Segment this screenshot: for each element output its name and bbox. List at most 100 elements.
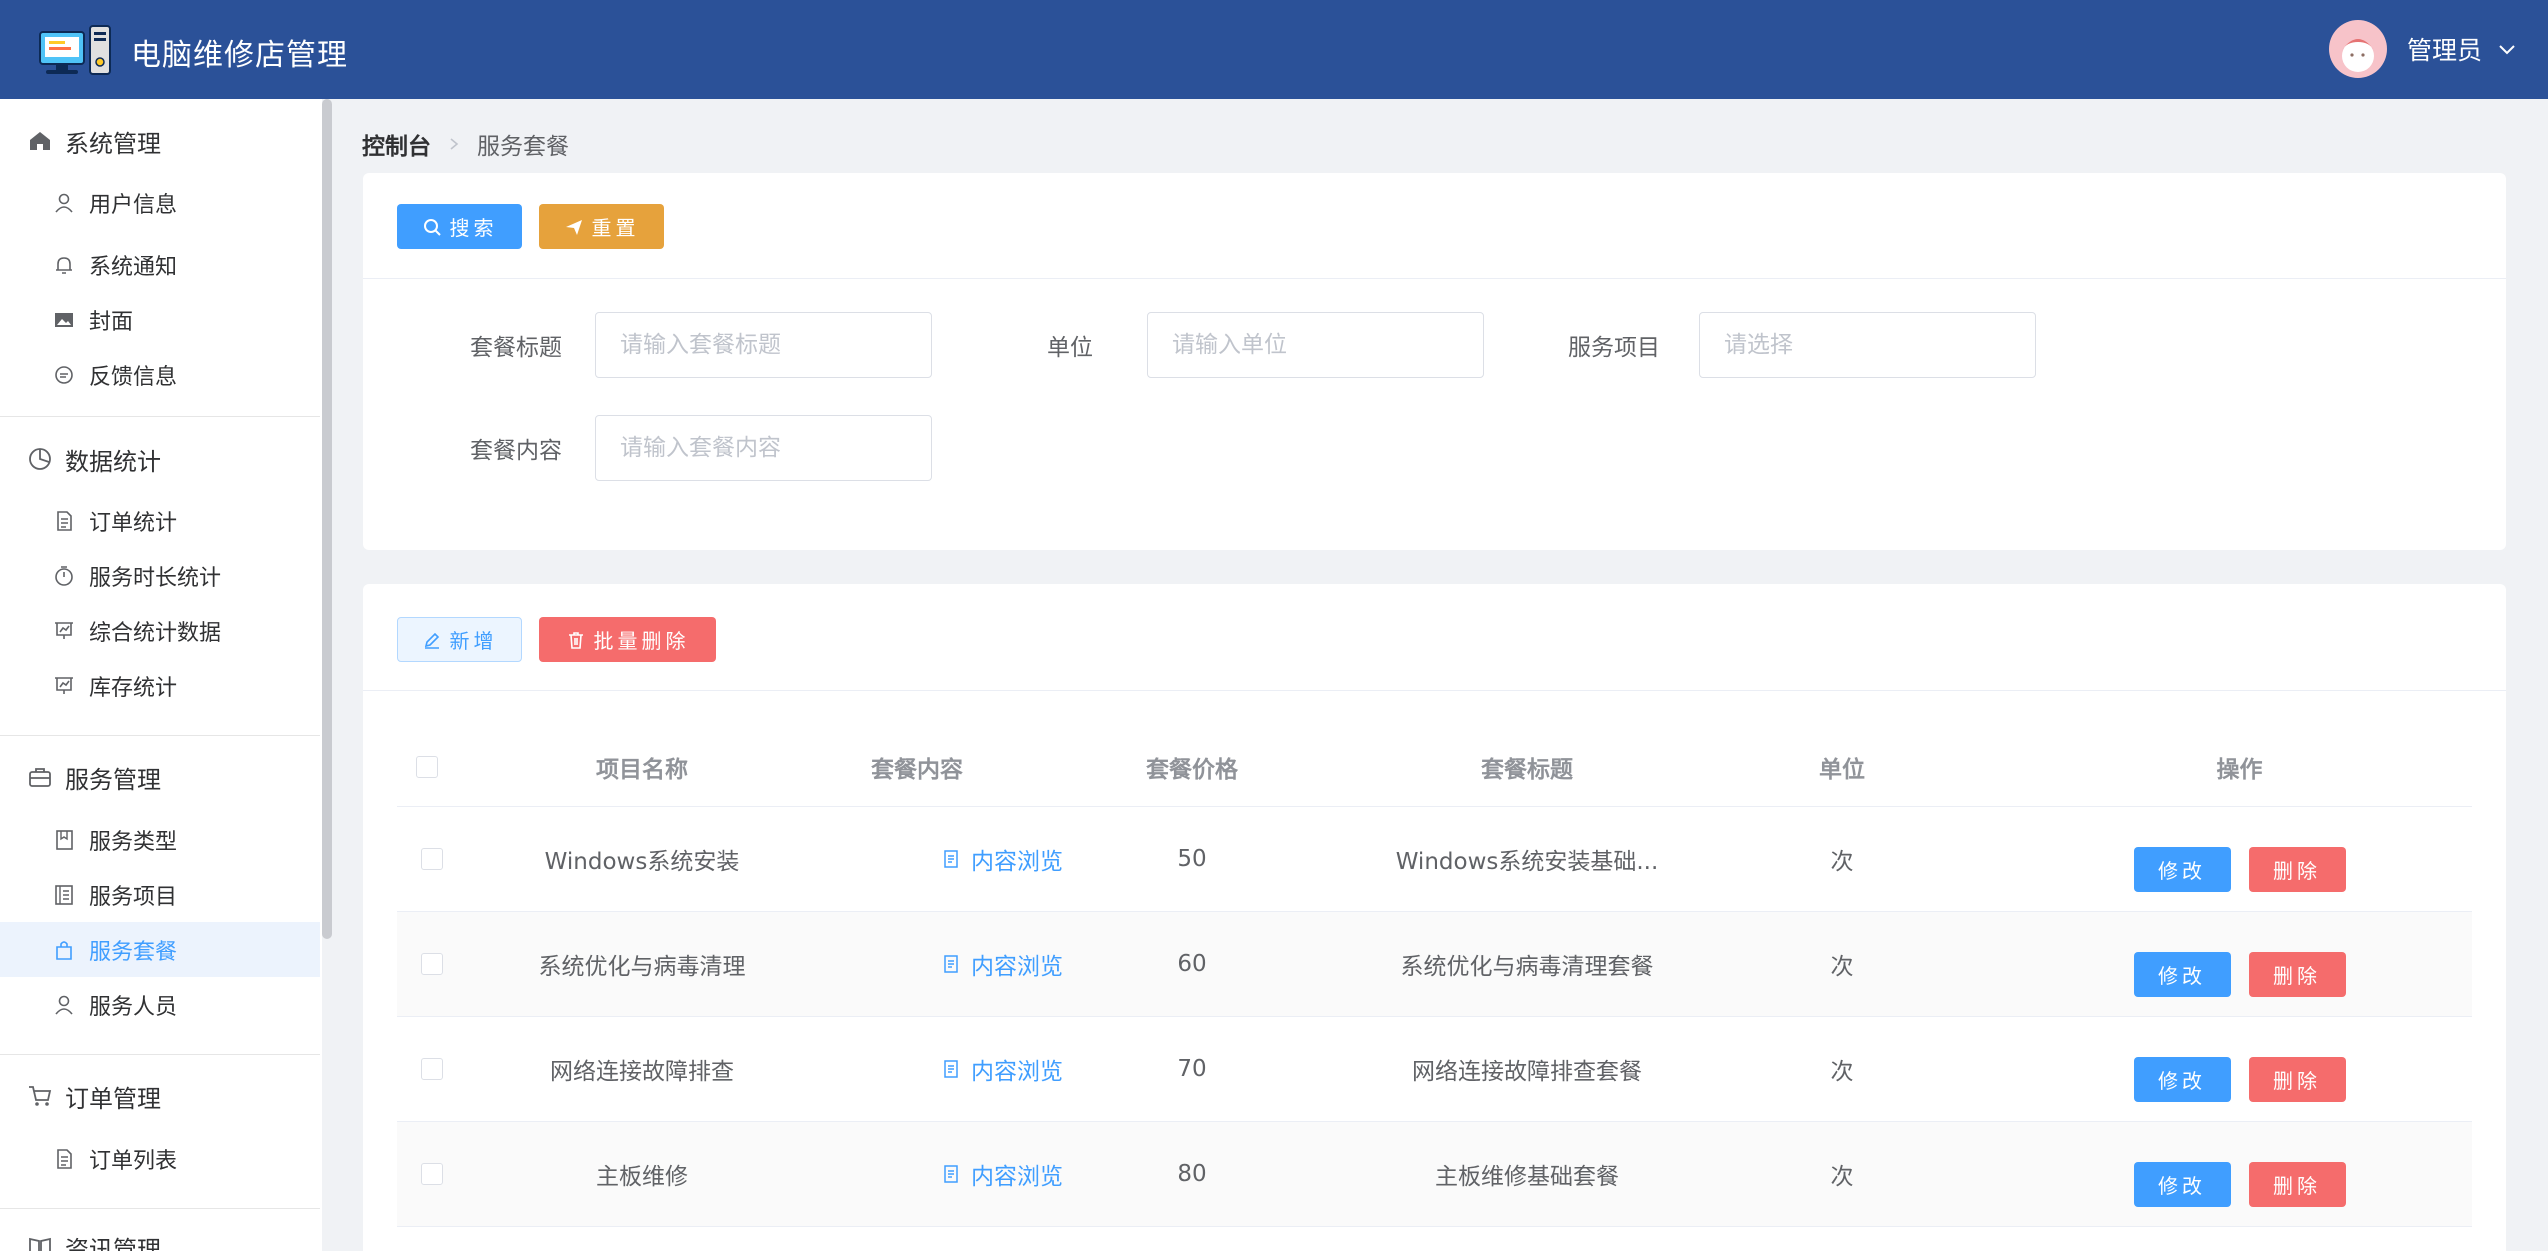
edit-button[interactable]: 修改 bbox=[2133, 1056, 2231, 1102]
sidebar-item-service-package[interactable]: 服务套餐 bbox=[0, 922, 320, 977]
cell-actions: 修改 删除 bbox=[2007, 807, 2472, 911]
cell-unit: 次 bbox=[1830, 849, 1854, 875]
chat-icon bbox=[55, 365, 73, 384]
document-icon bbox=[944, 955, 958, 973]
table-row: 网络连接故障排查 内容浏览 70 网络连接故障排查套餐 次 修改 删除 bbox=[397, 1017, 2472, 1122]
chevron-right-icon bbox=[450, 138, 459, 150]
user-menu[interactable]: 管理员 bbox=[2328, 20, 2518, 78]
breadcrumb-root[interactable]: 控制台 bbox=[362, 127, 431, 161]
sidebar-item-user-info[interactable]: 用户信息 bbox=[0, 175, 320, 230]
sidebar-scrollbar[interactable] bbox=[322, 99, 332, 939]
sidebar-divider bbox=[0, 416, 320, 417]
sidebar-group-statistics[interactable]: 数据统计 bbox=[0, 429, 320, 489]
cell-actions: 修改 删除 bbox=[2007, 1122, 2472, 1226]
sidebar-item-label: 用户信息 bbox=[89, 192, 178, 218]
cell-actions: 修改 删除 bbox=[2007, 912, 2472, 1016]
cell-price: 70 bbox=[1177, 1056, 1207, 1082]
sidebar: 系统管理 用户信息 系统通知 封面 反馈信息 数据统计 订单统计 服务时长统计 … bbox=[0, 99, 322, 1251]
search-card: 搜索 重置 套餐标题 单位 服务项目 套餐内容 bbox=[363, 173, 2506, 550]
sidebar-item-overall-stats[interactable]: 综合统计数据 bbox=[0, 603, 320, 658]
delete-button[interactable]: 删除 bbox=[2248, 846, 2346, 892]
column-header[interactable]: 套餐价格 bbox=[1007, 727, 1377, 806]
header-select-cell bbox=[397, 727, 457, 806]
column-header: 操作 bbox=[2216, 756, 2263, 783]
sidebar-item-label: 服务人员 bbox=[89, 994, 178, 1020]
sidebar-item-inventory-stats[interactable]: 库存统计 bbox=[0, 658, 320, 713]
bell-icon bbox=[56, 256, 72, 274]
cell-name: 主板维修 bbox=[596, 1164, 688, 1190]
sidebar-divider bbox=[0, 1054, 320, 1055]
column-header[interactable]: 套餐标题 bbox=[1377, 727, 1677, 806]
cell-title: 主板维修基础套餐 bbox=[1435, 1164, 1619, 1190]
batch-delete-button[interactable]: 批量删除 bbox=[539, 617, 716, 662]
sidebar-item-duration-stats[interactable]: 服务时长统计 bbox=[0, 548, 320, 603]
package-title-input[interactable] bbox=[595, 312, 932, 378]
add-button[interactable]: 新增 bbox=[397, 617, 522, 662]
row-checkbox[interactable] bbox=[421, 848, 443, 870]
presentation-chart-icon bbox=[55, 621, 73, 639]
column-header[interactable]: 单位 bbox=[1677, 727, 2007, 806]
cell-title: Windows系统安装基础... bbox=[1395, 849, 1659, 875]
cell-title: 网络连接故障排查套餐 bbox=[1412, 1059, 1642, 1085]
search-icon bbox=[423, 218, 441, 236]
edit-icon bbox=[424, 632, 439, 649]
table-row: Windows系统安装 内容浏览 50 Windows系统安装基础... 次 修… bbox=[397, 807, 2472, 912]
table-header: 项目名称 套餐内容 套餐价格 套餐标题 单位 操作 bbox=[397, 727, 2472, 807]
edit-button[interactable]: 修改 bbox=[2133, 951, 2231, 997]
sidebar-item-service-staff[interactable]: 服务人员 bbox=[0, 977, 320, 1032]
row-checkbox[interactable] bbox=[421, 953, 443, 975]
sidebar-group-system[interactable]: 系统管理 bbox=[0, 111, 320, 171]
package-content-input[interactable] bbox=[595, 415, 932, 481]
reset-button[interactable]: 重置 bbox=[539, 204, 664, 249]
sidebar-item-label: 服务类型 bbox=[89, 829, 178, 855]
field-label-title: 套餐标题 bbox=[470, 335, 562, 361]
send-icon bbox=[565, 219, 582, 235]
sidebar-item-order-list[interactable]: 订单列表 bbox=[0, 1131, 320, 1186]
select-all-checkbox[interactable] bbox=[416, 755, 438, 778]
user-icon bbox=[55, 193, 73, 213]
breadcrumb-current: 服务套餐 bbox=[477, 134, 569, 160]
sidebar-item-label: 服务项目 bbox=[89, 884, 178, 910]
sidebar-group-news[interactable]: 资讯管理 bbox=[0, 1217, 320, 1251]
sidebar-item-label: 反馈信息 bbox=[89, 364, 178, 390]
app-title: 电脑维修店管理 bbox=[131, 38, 348, 73]
search-button[interactable]: 搜索 bbox=[397, 204, 522, 249]
edit-button[interactable]: 修改 bbox=[2133, 1161, 2231, 1207]
search-button-label: 搜索 bbox=[449, 216, 498, 240]
unit-input[interactable] bbox=[1147, 312, 1484, 378]
sidebar-item-service-project[interactable]: 服务项目 bbox=[0, 867, 320, 922]
sidebar-group-orders[interactable]: 订单管理 bbox=[0, 1066, 320, 1126]
row-checkbox[interactable] bbox=[421, 1163, 443, 1185]
column-header[interactable]: 套餐内容 bbox=[827, 727, 1007, 806]
column-header[interactable]: 项目名称 bbox=[457, 727, 827, 806]
sidebar-item-feedback[interactable]: 反馈信息 bbox=[0, 347, 320, 402]
row-checkbox[interactable] bbox=[421, 1058, 443, 1080]
delete-button[interactable]: 删除 bbox=[2248, 951, 2346, 997]
document-icon bbox=[944, 1060, 958, 1078]
cell-title: 系统优化与病毒清理套餐 bbox=[1400, 954, 1654, 980]
sidebar-item-label: 订单统计 bbox=[89, 510, 178, 536]
sidebar-group-label: 订单管理 bbox=[65, 1084, 161, 1113]
sidebar-item-cover[interactable]: 封面 bbox=[0, 292, 320, 347]
sidebar-item-notification[interactable]: 系统通知 bbox=[0, 237, 320, 292]
sidebar-item-label: 系统通知 bbox=[89, 254, 178, 280]
top-header: 电脑维修店管理 管理员 bbox=[0, 0, 2548, 99]
table-row: 主板维修 内容浏览 80 主板维修基础套餐 次 修改 删除 bbox=[397, 1122, 2472, 1227]
sidebar-item-label: 订单列表 bbox=[89, 1148, 178, 1174]
service-project-select[interactable] bbox=[1699, 312, 2036, 378]
sidebar-group-service[interactable]: 服务管理 bbox=[0, 747, 320, 807]
sidebar-item-service-type[interactable]: 服务类型 bbox=[0, 812, 320, 867]
home-icon bbox=[30, 132, 50, 150]
cell-unit: 次 bbox=[1830, 1059, 1854, 1085]
sidebar-divider bbox=[0, 1208, 320, 1209]
card-divider bbox=[363, 278, 2506, 279]
cell-price: 80 bbox=[1177, 1161, 1207, 1187]
book-icon bbox=[29, 1237, 51, 1251]
sidebar-item-order-stats[interactable]: 订单统计 bbox=[0, 493, 320, 548]
delete-button[interactable]: 删除 bbox=[2248, 1056, 2346, 1102]
delete-button[interactable]: 删除 bbox=[2248, 1161, 2346, 1207]
edit-button[interactable]: 修改 bbox=[2133, 846, 2231, 892]
table-row: 系统优化与病毒清理 内容浏览 60 系统优化与病毒清理套餐 次 修改 删除 bbox=[397, 912, 2472, 1017]
stopwatch-icon bbox=[55, 565, 73, 586]
user-name: 管理员 bbox=[2406, 36, 2482, 65]
